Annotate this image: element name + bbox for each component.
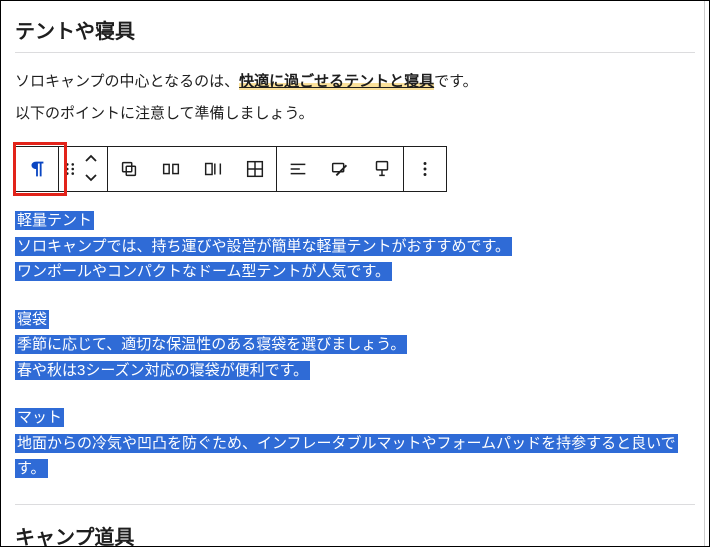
block-type-button[interactable] — [16, 148, 58, 190]
divider — [15, 504, 695, 505]
intro-line-2: 以下のポイントに注意して準備しましょう。 — [15, 101, 695, 127]
list-item-title: 寝袋 — [15, 310, 49, 329]
intro-line-1: ソロキャンプの中心となるのは、快適に過ごせるテントと寝具です。 — [15, 69, 695, 95]
list-item-line: 季節に応じて、適切な保温性のある寝袋を選びましょう。 — [15, 335, 407, 354]
chevron-down-icon — [84, 172, 98, 182]
align-icon — [287, 158, 309, 180]
list-item-line: 春や秋は3シーズン対応の寝袋が便利です。 — [15, 361, 310, 380]
move-up-button[interactable] — [84, 151, 98, 169]
duplicate-icon — [160, 158, 182, 180]
drag-handle[interactable] — [59, 148, 81, 190]
heading-tent-sleep: テントや寝具 — [15, 15, 695, 44]
toolbar-duplicate-button[interactable] — [150, 148, 192, 190]
chevron-up-icon — [84, 154, 98, 164]
toolbar-copy-button[interactable] — [108, 148, 150, 190]
block-toolbar — [15, 146, 447, 192]
copy-icon — [118, 158, 140, 180]
divider — [15, 52, 695, 53]
toolbar-insert-after-button[interactable] — [234, 148, 276, 190]
list-item-title: マット — [15, 408, 64, 427]
selected-block-3[interactable]: マット 地面からの冷気や凹凸を防ぐため、インフレータブルマットやフォームパッドを… — [15, 405, 695, 482]
paragraph-icon — [26, 158, 48, 180]
toolbar-align-button[interactable] — [277, 148, 319, 190]
intro-post: です。 — [434, 73, 478, 90]
selected-block-2[interactable]: 寝袋 季節に応じて、適切な保温性のある寝袋を選びましょう。 春や秋は3シーズン対… — [15, 307, 695, 384]
drag-handle-icon — [59, 158, 81, 180]
toolbar-insert-before-button[interactable] — [192, 148, 234, 190]
selected-block-1[interactable]: 軽量テント ソロキャンプでは、持ち運びや設営が簡単な軽量テントがおすすめです。 … — [15, 208, 695, 285]
list-item-title: 軽量テント — [15, 211, 94, 230]
list-item-line: ワンポールやコンパクトなドーム型テントが人気です。 — [15, 262, 392, 281]
move-down-button[interactable] — [84, 169, 98, 187]
toolbar-caption-button[interactable] — [361, 148, 403, 190]
toolbar-more-button[interactable] — [404, 148, 446, 190]
list-item-line: ソロキャンプでは、持ち運びや設営が簡単な軽量テントがおすすめです。 — [15, 237, 512, 256]
intro-highlight: 快適に過ごせるテントと寝具 — [239, 73, 434, 90]
insert-before-icon — [202, 158, 224, 180]
table-icon — [244, 158, 266, 180]
toolbar-link-button[interactable] — [319, 148, 361, 190]
heading-camp-tools: キャンプ道具 — [15, 521, 695, 547]
link-icon — [329, 158, 351, 180]
list-item-line: 地面からの冷気や凹凸を防ぐため、インフレータブルマットやフォームパッドを持参する… — [15, 434, 678, 479]
more-vertical-icon — [414, 158, 436, 180]
intro-pre: ソロキャンプの中心となるのは、 — [15, 73, 239, 90]
scrollbar-track[interactable] — [704, 1, 709, 546]
caption-icon — [371, 158, 393, 180]
